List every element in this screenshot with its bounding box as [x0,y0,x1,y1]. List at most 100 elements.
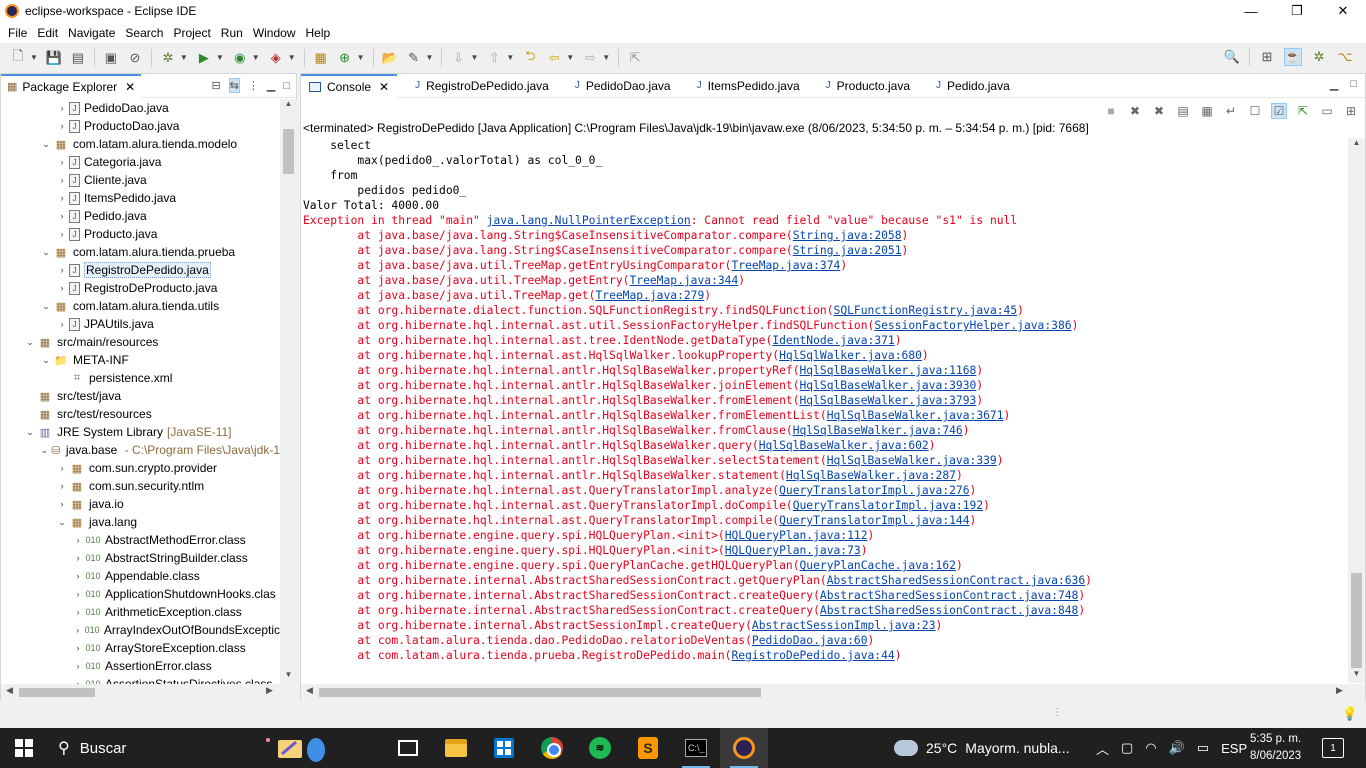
source-link[interactable]: HQLQueryPlan.java:73 [725,544,861,557]
source-link[interactable]: HqlSqlWalker.java:680 [779,349,922,362]
source-link[interactable]: AbstractSharedSessionContract.java:748 [820,589,1078,602]
open-perspective-icon[interactable]: ⊞ [1258,48,1276,66]
source-link[interactable]: IdentNode.java:371 [772,334,894,347]
menu-navigate[interactable]: Navigate [63,26,120,40]
language-indicator[interactable]: ESP [1221,741,1247,756]
menu-project[interactable]: Project [168,26,215,40]
source-link[interactable]: QueryTranslatorImpl.java:144 [779,514,969,527]
close-icon[interactable]: ✕ [379,80,389,94]
scroll-thumb[interactable] [283,129,294,174]
expand-chevron-icon[interactable]: › [71,571,85,581]
expand-chevron-icon[interactable]: › [71,589,85,599]
tree-item[interactable]: › 010 AbstractMethodError.class [1,531,280,549]
notification-center-icon[interactable]: 1 [1322,738,1344,758]
scroll-right-icon[interactable]: ▶ [266,685,273,696]
tip-bulb-icon[interactable]: 💡 [1342,706,1358,722]
tree-item[interactable]: › 010 ApplicationShutdownHooks.clas [1,585,280,603]
tree-item[interactable]: › J Cliente.java [1,171,280,189]
expand-chevron-icon[interactable]: › [55,499,69,509]
debug-dropdown-icon[interactable]: ▼ [180,53,188,62]
word-wrap-icon[interactable]: ↵ [1223,104,1239,118]
source-link[interactable]: HqlSqlBaseWalker.java:339 [827,454,997,467]
source-link[interactable]: HQLQueryPlan.java:112 [725,529,868,542]
tree-item[interactable]: › 010 ArrayStoreException.class [1,639,280,657]
console-output[interactable]: select max(pedido0_.valorTotal) as col_0… [303,138,1349,683]
show-hidden-icons-icon[interactable]: ︿ [1096,739,1109,758]
tree-item[interactable]: › 010 ArrayIndexOutOfBoundsExceptic [1,621,280,639]
tree-item[interactable]: ⌄ ⛁ java.base - C:\Program Files\Java\jdk-… [1,441,280,459]
source-link[interactable]: TreeMap.java:374 [731,259,840,272]
menu-run[interactable]: Run [216,26,248,40]
source-link[interactable]: SessionFactoryHelper.java:386 [874,319,1071,332]
chrome-button[interactable] [528,728,576,768]
previous-annotation-icon[interactable]: ⇧ [485,49,503,67]
task-view-button[interactable] [384,728,432,768]
tree-item[interactable]: ⌄ ▦ com.latam.alura.tienda.modelo [1,135,280,153]
horizontal-scrollbar[interactable]: ◀ ▶ [1,684,297,701]
git-perspective-icon[interactable]: ⌥ [1336,48,1354,66]
tree-item[interactable]: › J ProductoDao.java [1,117,280,135]
start-button[interactable] [0,728,48,768]
terminal-icon[interactable]: ▣ [102,49,120,67]
tab-console[interactable]: Console ✕ [301,73,398,98]
open-task-icon[interactable]: ✎ [405,49,423,67]
save-all-icon[interactable]: ▤ [69,49,87,67]
taskbar-clock[interactable]: 5:35 p. m. 8/06/2023 [1250,731,1301,765]
external-tools-icon[interactable]: ◈ [267,49,285,67]
tab-package-explorer[interactable]: ▦ Package Explorer ✕ [1,73,142,98]
skip-breakpoints-icon[interactable]: ⊘ [126,49,144,67]
expand-chevron-icon[interactable]: › [55,211,69,221]
clear-console-icon[interactable]: ▤ [1175,104,1191,118]
menu-edit[interactable]: Edit [32,26,63,40]
forward-dropdown-icon[interactable]: ▼ [602,53,610,62]
expand-chevron-icon[interactable]: › [55,175,69,185]
tree-item[interactable]: ⌄ ▦ java.lang [1,513,280,531]
java-perspective-icon[interactable]: ☕ [1284,48,1302,66]
menu-window[interactable]: Window [248,26,301,40]
status-resize-handle[interactable]: ⋮ [1052,707,1062,718]
volume-icon[interactable]: 🔊 [1169,740,1185,756]
source-link[interactable]: HqlSqlBaseWalker.java:3930 [800,379,977,392]
collapse-chevron-icon[interactable]: ⌄ [39,445,50,456]
expand-chevron-icon[interactable]: › [55,229,69,239]
expand-chevron-icon[interactable]: › [55,463,69,473]
scroll-up-icon[interactable]: ▲ [1348,138,1365,152]
close-window-button[interactable]: ✕ [1320,0,1366,22]
back-dropdown-icon[interactable]: ▼ [566,53,574,62]
weather-widget[interactable]: 25°C Mayorm. nubla... [890,728,1070,768]
eclipse-taskbar-button[interactable] [720,728,768,768]
tab-pedido-java[interactable]: J Pedido.java [928,74,1018,98]
expand-chevron-icon[interactable]: › [55,157,69,167]
microsoft-store-button[interactable] [480,728,528,768]
scroll-left-icon[interactable]: ◀ [306,685,313,696]
collapse-chevron-icon[interactable]: ⌄ [39,301,53,312]
pin-editor-icon[interactable]: ⇱ [626,49,644,67]
source-link[interactable]: RegistroDePedido.java:44 [731,649,894,662]
vertical-scrollbar[interactable]: ▲ ▼ [280,99,297,684]
tree-item[interactable]: › 010 AbstractStringBuilder.class [1,549,280,567]
tree-item[interactable]: › J Categoria.java [1,153,280,171]
expand-chevron-icon[interactable]: › [71,661,85,671]
expand-chevron-icon[interactable]: › [55,121,69,131]
show-on-stdout-icon[interactable]: ☐ [1247,104,1263,118]
source-link[interactable]: QueryTranslatorImpl.java:192 [793,499,983,512]
collapse-chevron-icon[interactable]: ⌄ [23,337,37,348]
collapse-all-icon[interactable]: ⊟ [211,79,220,92]
source-link[interactable]: AbstractSharedSessionContract.java:848 [820,604,1078,617]
new-dropdown-icon[interactable]: ▼ [30,53,38,62]
new-class-icon[interactable]: ⊕ [336,49,354,67]
tree-item[interactable]: › J ItemsPedido.java [1,189,280,207]
menu-help[interactable]: Help [301,26,336,40]
tab-producto-java[interactable]: J Producto.java [818,74,918,98]
open-type-icon[interactable]: 📂 [381,49,399,67]
tab-itemspedido-java[interactable]: J ItemsPedido.java [689,74,808,98]
expand-chevron-icon[interactable]: › [71,643,85,653]
scroll-right-icon[interactable]: ▶ [1336,685,1343,696]
view-menu-icon[interactable]: ⋮ [248,79,259,92]
source-link[interactable]: HqlSqlBaseWalker.java:3793 [800,394,977,407]
minimize-view-icon[interactable]: ▁ [267,79,275,92]
collapse-chevron-icon[interactable]: ⌄ [55,517,69,528]
tree-item[interactable]: › J JPAUtils.java [1,315,280,333]
taskbar-search[interactable]: ⚲ Buscar [48,728,254,768]
wifi-icon[interactable]: ◠ [1145,740,1156,756]
